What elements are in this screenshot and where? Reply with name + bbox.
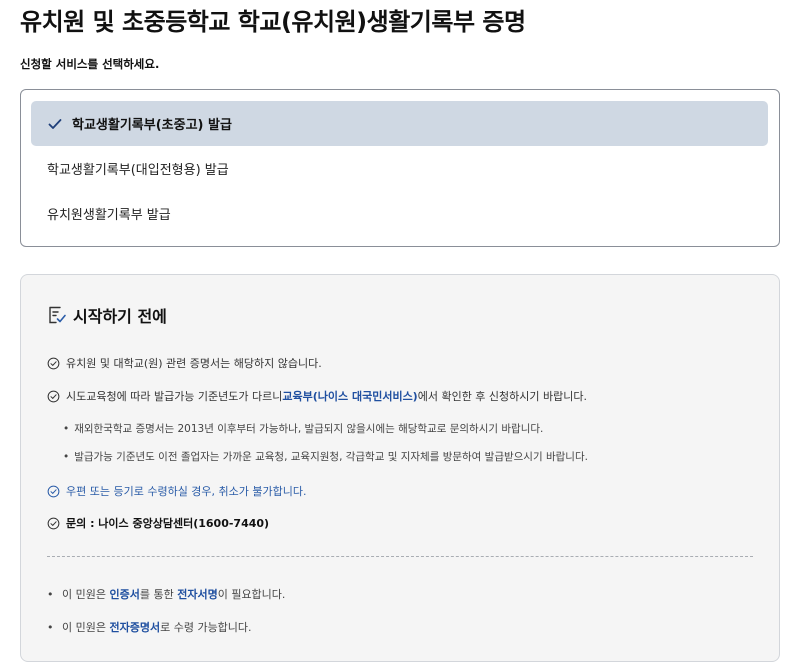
note-highlight: 전자증명서 [109, 621, 161, 634]
note-text: 이 필요합니다. [217, 588, 286, 601]
info-text: 시도교육청에 따라 발급가능 기준년도가 다르니 [66, 390, 283, 403]
option-label: 유치원생활기록부 발급 [47, 208, 171, 223]
page-title: 유치원 및 초중등학교 학교(유치원)생활기록부 증명 [20, 8, 526, 36]
note-text: 를 통한 [139, 588, 178, 601]
info-text: 문의 : 나이스 중앙상담센터(1600-7440) [66, 517, 270, 530]
circle-check-icon [47, 390, 60, 402]
info-subitem: 재외한국학교 증명서는 2013년 이후부터 가능하나, 발급되지 않을시에는 … [63, 421, 543, 436]
option-label: 학교생활기록부(대입전형용) 발급 [47, 163, 229, 178]
info-item: 시도교육청에 따라 발급가능 기준년도가 다르니 교육부(나이스 대국민서비스)… [47, 388, 587, 404]
info-text: 유치원 및 대학교(원) 관련 증명서는 해당하지 않습니다. [66, 357, 322, 370]
note-text: 로 수령 가능합니다. [160, 621, 252, 634]
service-options: 학교생활기록부(초중고) 발급 학교생활기록부(대입전형용) 발급 유치원생활기… [20, 89, 780, 247]
divider [47, 556, 753, 557]
before-start-title: 시작하기 전에 [73, 307, 167, 326]
note-e-certificate: 이 민원은 전자증명서로 수령 가능합니다. [47, 619, 252, 635]
checklist-doc-icon [49, 306, 66, 324]
info-item: 유치원 및 대학교(원) 관련 증명서는 해당하지 않습니다. [47, 355, 322, 371]
option-school-record-admission[interactable]: 학교생활기록부(대입전형용) 발급 [31, 146, 768, 191]
info-item-warning: 우편 또는 등기로 수령하실 경우, 취소가 불가합니다. [47, 483, 307, 499]
circle-check-icon [47, 357, 60, 369]
check-icon [48, 118, 62, 129]
option-label: 학교생활기록부(초중고) 발급 [72, 118, 232, 133]
service-select-prompt: 신청할 서비스를 선택하세요. [20, 57, 160, 71]
moe-neis-link[interactable]: 교육부(나이스 대국민서비스) [282, 388, 417, 404]
note-text: 이 민원은 [62, 621, 110, 634]
before-start-header: 시작하기 전에 [47, 303, 167, 327]
info-subitem: 발급가능 기준년도 이전 졸업자는 가까운 교육청, 교육지원청, 각급학교 및… [63, 449, 588, 464]
before-start-panel: 시작하기 전에 유치원 및 대학교(원) 관련 증명서는 해당하지 않습니다. … [20, 274, 780, 662]
note-highlight: 전자서명 [177, 588, 218, 601]
note-highlight: 인증서 [109, 588, 140, 601]
note-certificate: 이 민원은 인증서를 통한 전자서명이 필요합니다. [47, 586, 285, 602]
circle-check-icon [47, 485, 60, 497]
info-text: 우편 또는 등기로 수령하실 경우, 취소가 불가합니다. [66, 485, 307, 498]
circle-check-icon [47, 517, 60, 529]
info-item-contact: 문의 : 나이스 중앙상담센터(1600-7440) [47, 515, 269, 531]
info-text: 에서 확인한 후 신청하시기 바랍니다. [417, 390, 588, 403]
note-text: 이 민원은 [62, 588, 110, 601]
option-kindergarten-record[interactable]: 유치원생활기록부 발급 [31, 191, 768, 236]
option-school-record-k12[interactable]: 학교생활기록부(초중고) 발급 [31, 101, 768, 146]
